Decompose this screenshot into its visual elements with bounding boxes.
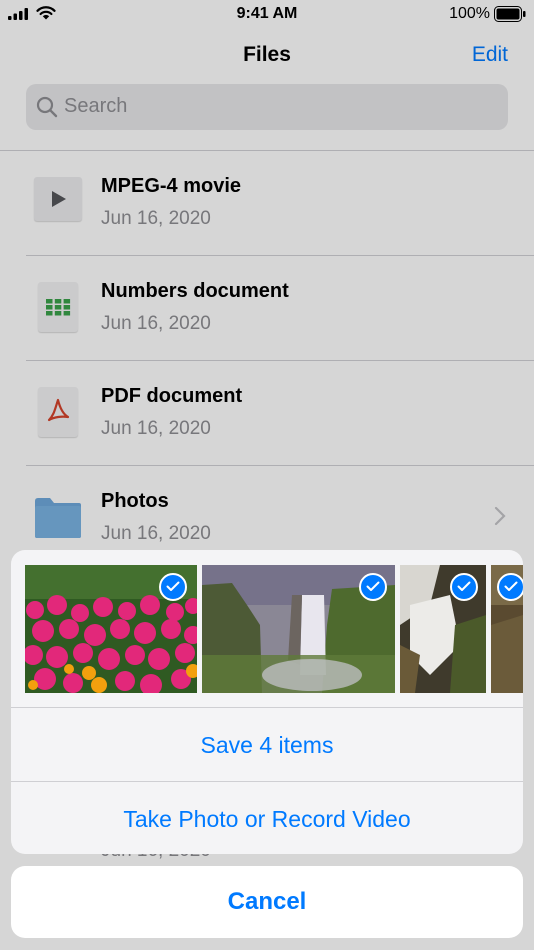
save-items-button[interactable]: Save 4 items	[11, 709, 523, 781]
selected-check-icon	[159, 573, 187, 601]
selected-check-icon	[359, 573, 387, 601]
selected-check-icon	[497, 573, 523, 601]
photo-thumbnail[interactable]	[400, 565, 486, 693]
photo-thumbnail[interactable]	[491, 565, 523, 693]
divider	[11, 707, 523, 708]
action-sheet: Save 4 items Take Photo or Record Video	[11, 550, 523, 854]
photo-thumbnail[interactable]	[202, 565, 395, 693]
cancel-button[interactable]: Cancel	[11, 866, 523, 938]
divider	[11, 781, 523, 782]
photo-thumbnail[interactable]	[25, 565, 197, 693]
take-photo-button[interactable]: Take Photo or Record Video	[11, 783, 523, 854]
photo-strip[interactable]	[11, 550, 523, 707]
selected-check-icon	[450, 573, 478, 601]
